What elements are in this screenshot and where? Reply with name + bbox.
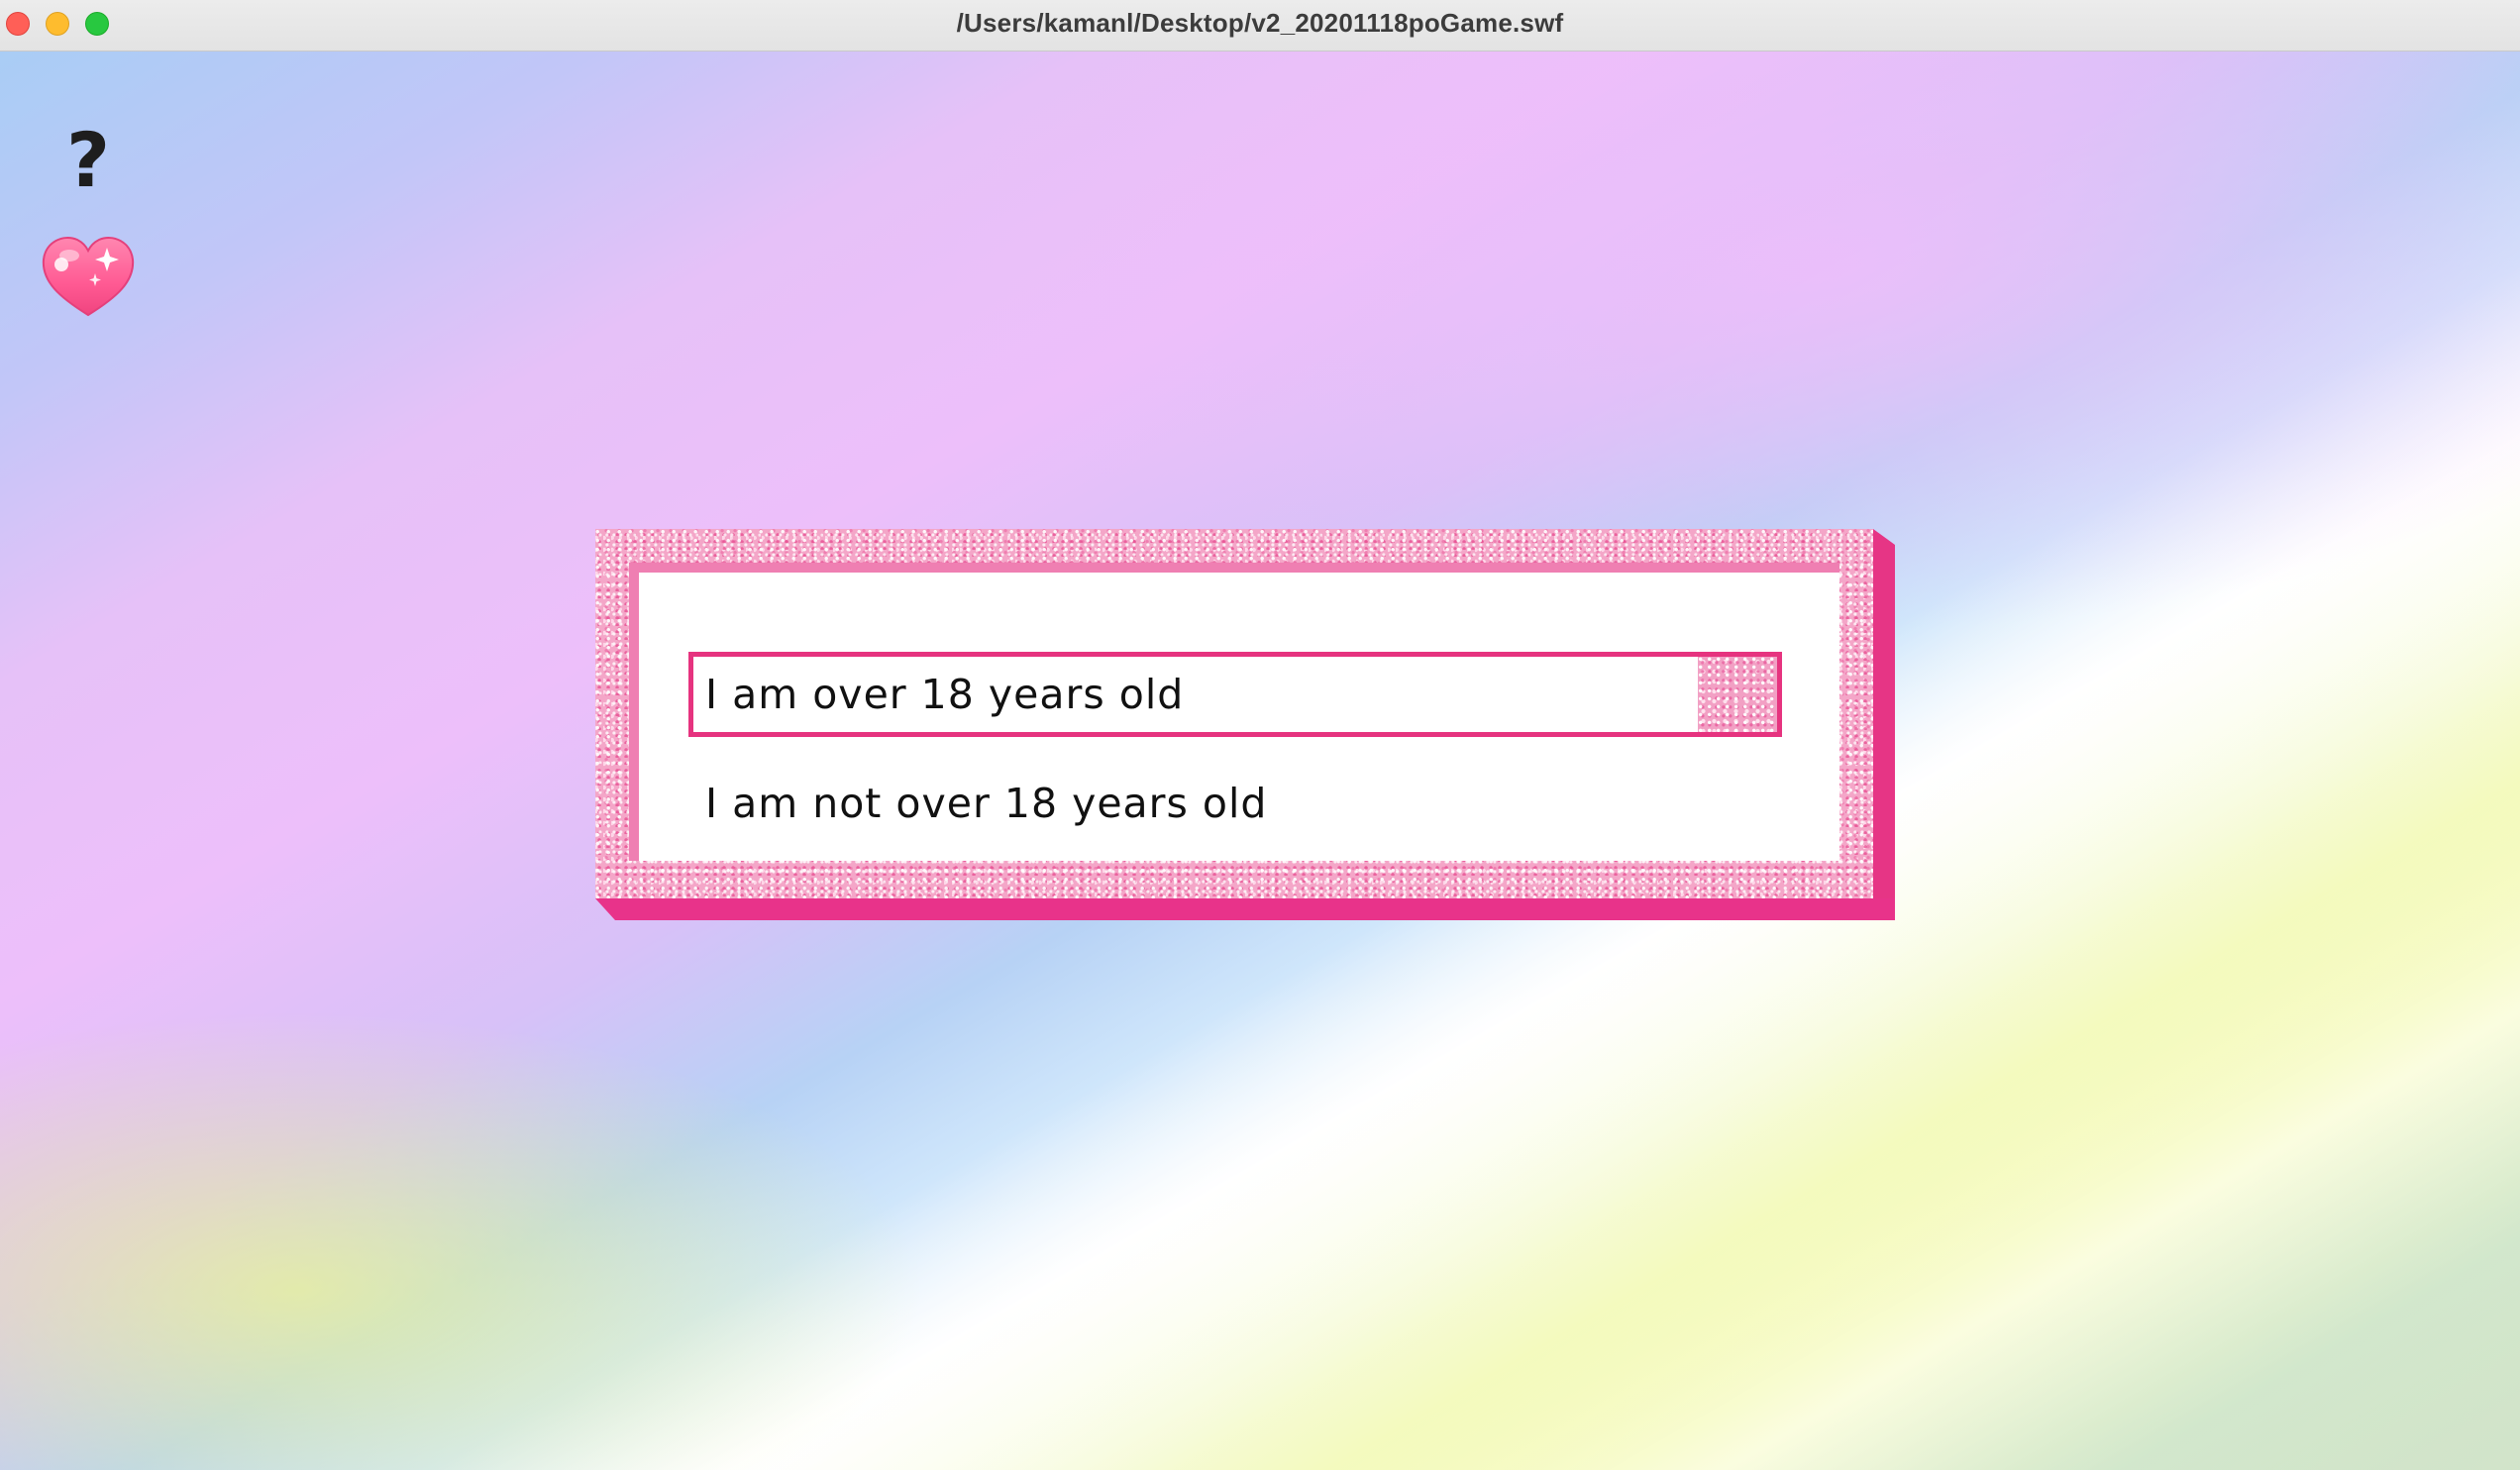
dialog-shadow-right bbox=[1873, 529, 1895, 920]
sparkle-heart-icon[interactable] bbox=[40, 230, 137, 321]
app-window: /Users/kamanl/Desktop/v2_20201118poGame.… bbox=[0, 0, 2520, 1470]
option-over-18[interactable]: I am over 18 years old bbox=[688, 652, 1782, 737]
window-title: /Users/kamanl/Desktop/v2_20201118poGame.… bbox=[956, 8, 1564, 38]
game-stage: ? I am over 18 years old I am not over 1… bbox=[0, 52, 2520, 1470]
question-mark-icon[interactable]: ? bbox=[63, 121, 113, 200]
glitter-frame: I am over 18 years old I am not over 18 … bbox=[595, 529, 1873, 898]
option-over-18-label: I am over 18 years old bbox=[705, 671, 1185, 718]
help-glyph: ? bbox=[66, 121, 110, 200]
option-not-over-18-label: I am not over 18 years old bbox=[705, 780, 1268, 827]
age-confirmation-dialog: I am over 18 years old I am not over 18 … bbox=[595, 529, 1895, 920]
dialog-shadow-bottom bbox=[595, 898, 1895, 920]
option-not-over-18[interactable]: I am not over 18 years old bbox=[688, 761, 1782, 846]
dialog-content: I am over 18 years old I am not over 18 … bbox=[629, 563, 1839, 861]
title-bar: /Users/kamanl/Desktop/v2_20201118poGame.… bbox=[0, 0, 2520, 52]
selection-marker bbox=[1698, 657, 1777, 732]
